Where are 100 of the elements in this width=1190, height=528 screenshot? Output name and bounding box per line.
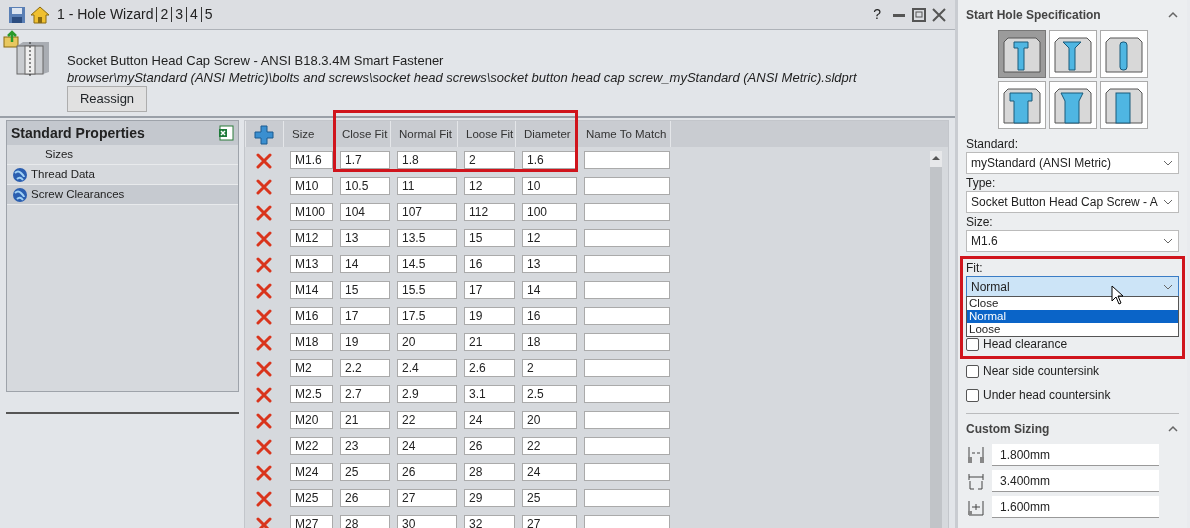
table-cell[interactable]: 12 xyxy=(464,177,515,195)
table-cell[interactable]: M18 xyxy=(290,333,333,351)
table-cell[interactable]: 2.6 xyxy=(464,359,515,377)
delete-icon[interactable] xyxy=(256,334,272,351)
table-cell[interactable]: M13 xyxy=(290,255,333,273)
table-cell[interactable] xyxy=(584,515,670,528)
table-cell[interactable]: M1.6 xyxy=(290,151,333,169)
table-cell[interactable]: 20 xyxy=(397,333,457,351)
table-cell[interactable]: M16 xyxy=(290,307,333,325)
wizard-tab[interactable]: 1 - Hole Wizard xyxy=(54,7,158,22)
table-cell[interactable]: M22 xyxy=(290,437,333,455)
save-icon[interactable] xyxy=(8,5,26,24)
table-cell[interactable] xyxy=(584,489,670,507)
table-cell[interactable]: 107 xyxy=(397,203,457,221)
tree-item[interactable]: Screw Clearances xyxy=(7,185,238,205)
delete-icon[interactable] xyxy=(256,230,272,247)
table-cell[interactable]: 15.5 xyxy=(397,281,457,299)
hole-type-button[interactable] xyxy=(1048,30,1097,78)
delete-icon[interactable] xyxy=(256,412,272,429)
table-cell[interactable]: M27 xyxy=(290,515,333,528)
table-cell[interactable] xyxy=(584,177,670,195)
column-header[interactable]: Close Fit xyxy=(333,121,390,147)
delete-icon[interactable] xyxy=(256,178,272,195)
table-cell[interactable]: 15 xyxy=(464,229,515,247)
column-header[interactable]: Normal Fit xyxy=(390,121,457,147)
table-cell[interactable] xyxy=(584,307,670,325)
table-cell[interactable]: 28 xyxy=(464,463,515,481)
table-cell[interactable]: M100 xyxy=(290,203,333,221)
dropdown[interactable]: Socket Button Head Cap Screw - A xyxy=(966,191,1179,213)
input-field[interactable]: 3.400mm xyxy=(992,470,1159,492)
table-cell[interactable]: 24 xyxy=(464,411,515,429)
table-cell[interactable] xyxy=(584,229,670,247)
table-cell[interactable]: 104 xyxy=(340,203,390,221)
table-cell[interactable]: 18 xyxy=(522,333,577,351)
wizard-tab[interactable]: 3 xyxy=(172,7,188,22)
table-cell[interactable]: 1.8 xyxy=(397,151,457,169)
dropdown-option[interactable]: Loose xyxy=(967,323,1178,336)
hole-type-button[interactable] xyxy=(997,81,1046,129)
delete-icon[interactable] xyxy=(256,256,272,273)
table-cell[interactable]: 20 xyxy=(522,411,577,429)
checkbox-label[interactable]: Near side countersink xyxy=(983,362,1100,380)
delete-icon[interactable] xyxy=(256,204,272,221)
column-header[interactable]: Loose Fit xyxy=(457,121,515,147)
table-cell[interactable]: 29 xyxy=(464,489,515,507)
table-cell[interactable]: 17.5 xyxy=(397,307,457,325)
table-cell[interactable]: 16 xyxy=(464,255,515,273)
table-cell[interactable]: 13.5 xyxy=(397,229,457,247)
table-cell[interactable] xyxy=(584,411,670,429)
checkbox-label[interactable]: Under head countersink xyxy=(983,386,1111,404)
table-cell[interactable] xyxy=(584,281,670,299)
table-cell[interactable]: 2.7 xyxy=(340,385,390,403)
table-cell[interactable]: 25 xyxy=(522,489,577,507)
table-cell[interactable]: 22 xyxy=(522,437,577,455)
delete-icon[interactable] xyxy=(256,308,272,325)
add-icon[interactable] xyxy=(254,124,274,145)
table-cell[interactable]: 3.1 xyxy=(464,385,515,403)
table-cell[interactable]: 27 xyxy=(397,489,457,507)
table-cell[interactable]: 2.4 xyxy=(397,359,457,377)
hole-type-button[interactable] xyxy=(1099,81,1148,129)
table-cell[interactable]: 26 xyxy=(340,489,390,507)
column-header[interactable]: Diameter xyxy=(515,121,577,147)
dropdown[interactable]: myStandard (ANSI Metric) xyxy=(966,152,1179,174)
delete-icon[interactable] xyxy=(256,282,272,299)
table-cell[interactable]: 13 xyxy=(340,229,390,247)
table-cell[interactable]: 17 xyxy=(464,281,515,299)
table-cell[interactable]: M2.5 xyxy=(290,385,333,403)
table-cell[interactable]: 26 xyxy=(464,437,515,455)
table-cell[interactable]: 100 xyxy=(522,203,577,221)
reassign-button[interactable]: Reassign xyxy=(67,86,147,112)
wizard-tab[interactable]: 5 xyxy=(201,7,216,22)
home-icon[interactable] xyxy=(30,5,50,24)
table-cell[interactable] xyxy=(584,463,670,481)
table-cell[interactable]: 23 xyxy=(340,437,390,455)
wizard-tab[interactable]: 2 xyxy=(157,7,173,22)
delete-icon[interactable] xyxy=(256,152,272,169)
table-cell[interactable]: 24 xyxy=(397,437,457,455)
table-cell[interactable]: 13 xyxy=(522,255,577,273)
table-cell[interactable]: 25 xyxy=(340,463,390,481)
table-cell[interactable]: 21 xyxy=(340,411,390,429)
delete-icon[interactable] xyxy=(256,386,272,403)
folder-up-icon[interactable] xyxy=(3,30,21,48)
delete-icon[interactable] xyxy=(256,438,272,455)
table-cell[interactable]: 24 xyxy=(522,463,577,481)
hole-type-button[interactable] xyxy=(1099,30,1148,78)
table-cell[interactable]: M24 xyxy=(290,463,333,481)
input-field[interactable]: 1.800mm xyxy=(992,444,1159,466)
table-cell[interactable]: 28 xyxy=(340,515,390,528)
checkbox[interactable] xyxy=(966,337,979,351)
spreadsheet-icon[interactable] xyxy=(218,125,234,141)
wizard-tab[interactable]: 4 xyxy=(187,7,202,22)
table-cell[interactable]: 2.5 xyxy=(522,385,577,403)
table-cell[interactable]: 14 xyxy=(522,281,577,299)
checkbox[interactable] xyxy=(966,388,979,402)
table-cell[interactable]: 2.2 xyxy=(340,359,390,377)
dropdown-option[interactable]: Normal xyxy=(967,310,1178,323)
table-cell[interactable] xyxy=(584,203,670,221)
table-cell[interactable]: 30 xyxy=(397,515,457,528)
table-cell[interactable] xyxy=(584,255,670,273)
table-cell[interactable]: 112 xyxy=(464,203,515,221)
column-header[interactable]: Name To Match xyxy=(577,121,670,147)
